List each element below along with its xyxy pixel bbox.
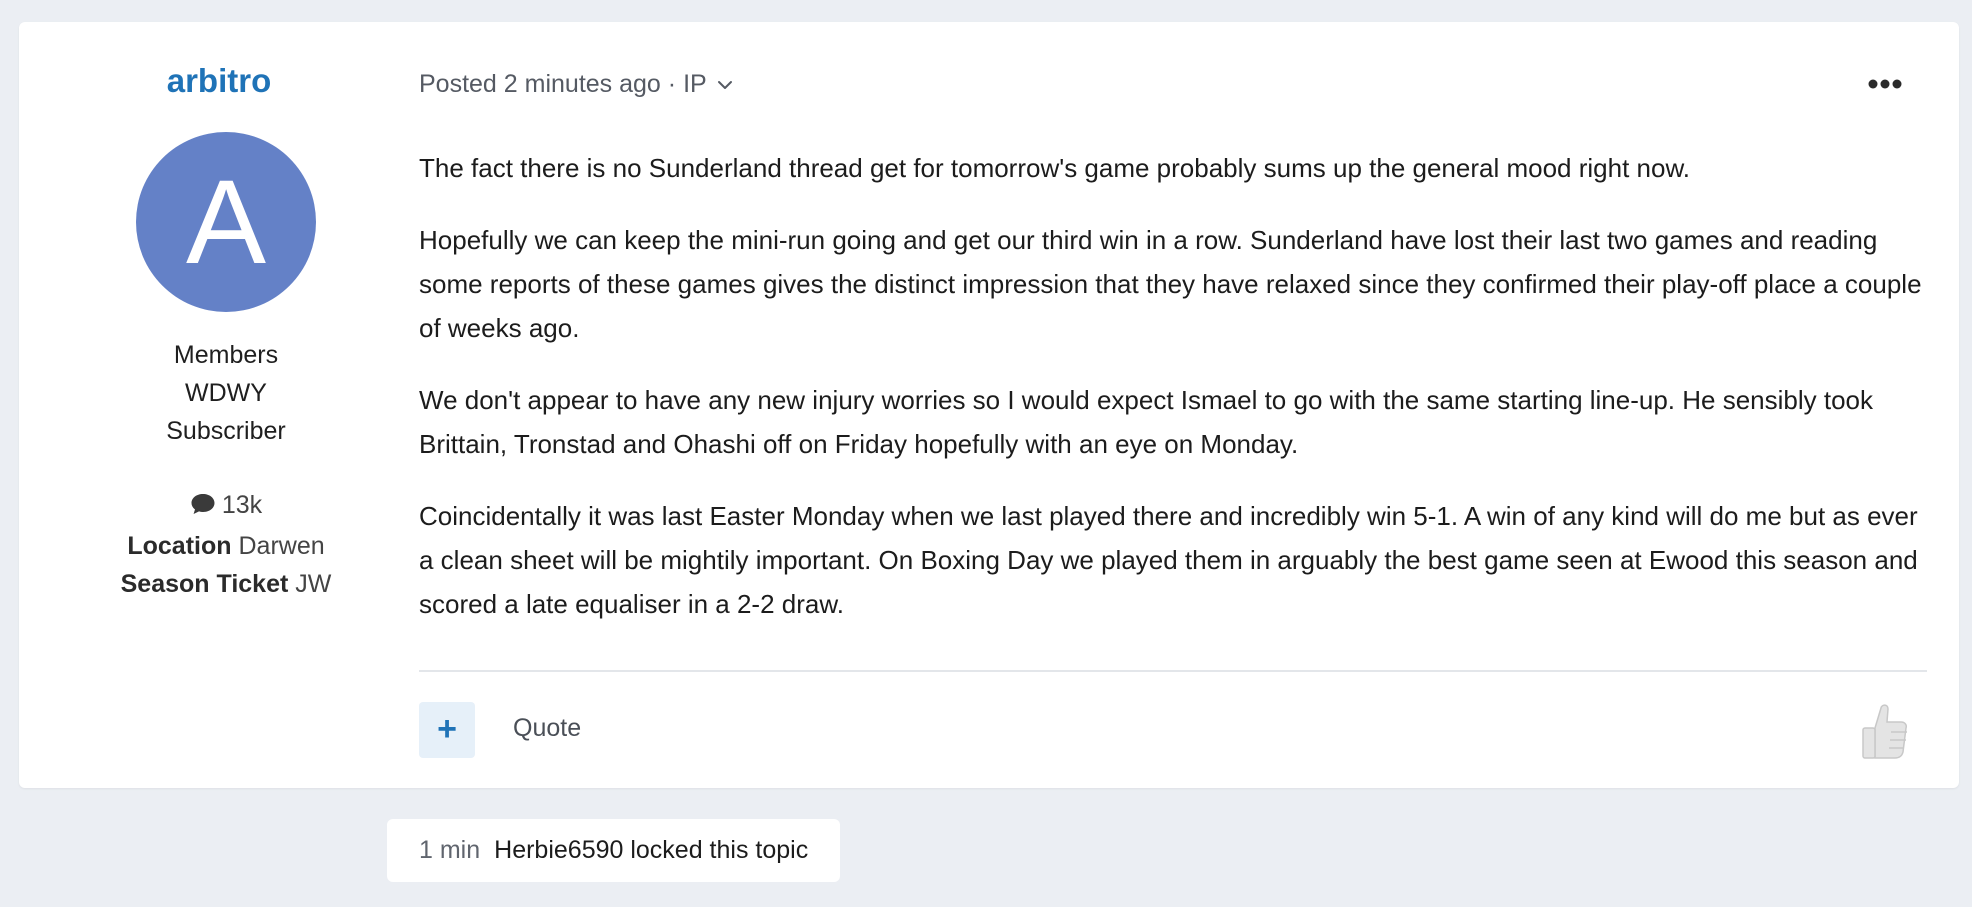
post-paragraph: The fact there is no Sunderland thread g… xyxy=(419,153,1691,183)
location-row: Location Darwen xyxy=(19,527,433,565)
group-line-2: WDWY xyxy=(185,379,267,407)
post-paragraph: We don't appear to have any new injury w… xyxy=(419,385,1874,459)
more-options-icon[interactable] xyxy=(1867,74,1903,94)
post-content: The fact there is no Sunderland thread g… xyxy=(419,146,1929,654)
post-count: 13k xyxy=(221,491,263,519)
event-time[interactable]: 1 min xyxy=(419,836,480,864)
season-ticket-row: Season Ticket JW xyxy=(19,565,433,603)
quote-button[interactable]: Quote xyxy=(513,714,581,743)
thumbs-up-icon[interactable] xyxy=(1855,700,1915,762)
post-paragraph: Coincidentally it was last Easter Monday… xyxy=(419,501,1918,619)
meta-separator: · xyxy=(667,70,677,98)
event-text: Herbie6590 locked this topic xyxy=(494,836,809,864)
post-paragraph: Hopefully we can keep the mini-run going… xyxy=(419,225,1922,343)
post-timestamp[interactable]: Posted 2 minutes ago xyxy=(419,70,661,98)
author-name-link[interactable]: arbitro xyxy=(19,62,419,100)
post-divider xyxy=(419,670,1927,672)
comment-icon xyxy=(190,489,216,527)
chevron-down-icon xyxy=(717,68,733,97)
season-ticket-label: Season Ticket xyxy=(120,570,289,598)
location-label: Location xyxy=(127,532,232,560)
location-value: Darwen xyxy=(238,532,325,560)
avatar[interactable]: A xyxy=(136,132,316,312)
author-group: Members WDWY Subscriber xyxy=(19,336,433,450)
ip-dropdown[interactable]: IP xyxy=(683,70,733,98)
season-ticket-value: JW xyxy=(295,570,332,598)
author-stats: 13k Location Darwen Season Ticket JW xyxy=(19,486,433,603)
group-line-1: Members xyxy=(173,341,279,369)
post-meta: Posted 2 minutes ago · IP xyxy=(419,68,733,99)
group-line-3: Subscriber xyxy=(166,417,286,445)
post-card: arbitro A Members WDWY Subscriber 13k Lo… xyxy=(19,22,1959,788)
ip-label: IP xyxy=(683,70,707,98)
topic-locked-event: 1 min Herbie6590 locked this topic xyxy=(387,819,841,882)
multiquote-add-button[interactable]: + xyxy=(419,702,475,758)
post-count-row: 13k xyxy=(19,486,433,527)
